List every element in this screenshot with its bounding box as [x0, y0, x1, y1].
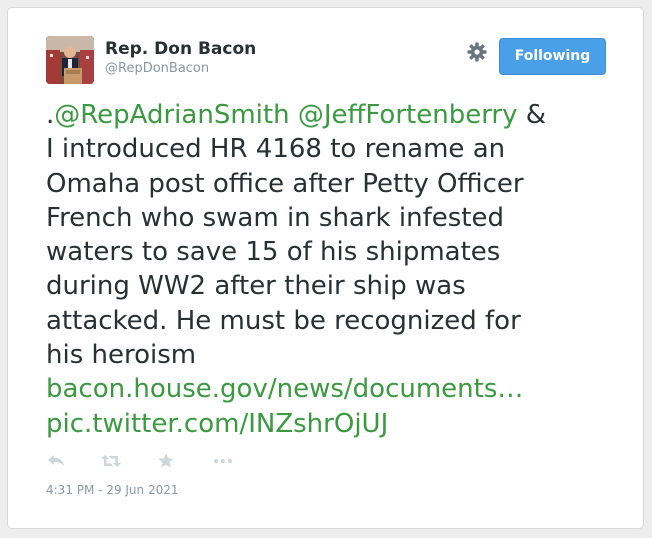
tweet-link[interactable]: bacon.house.gov/news/documents… — [46, 374, 523, 404]
tweet-text-line: .@RepAdrianSmith @JeffFortenberry & — [46, 98, 626, 132]
tweet-text-segment: Omaha post office after Petty Officer — [46, 168, 524, 199]
tweet-card: Rep. Don Bacon @RepDonBacon Following .@… — [7, 7, 644, 529]
star-icon[interactable] — [157, 452, 179, 470]
tweet-actions — [46, 452, 266, 472]
tweet-text-segment: French who swam in shark infested — [46, 202, 504, 233]
tweet-text-line: his heroism — [46, 338, 626, 372]
tweet-text-segment: I introduced HR 4168 to rename an — [46, 134, 506, 165]
tweet-text-segment: & — [517, 100, 547, 130]
author-handle[interactable]: @RepDonBacon — [105, 61, 209, 76]
retweet-icon[interactable] — [100, 452, 122, 470]
tweet-text-line: waters to save 15 of his shipmates — [46, 235, 626, 269]
gear-icon[interactable] — [466, 41, 488, 63]
tweet-link[interactable]: pic.twitter.com/INZshrOjUJ — [46, 409, 388, 439]
tweet-text-line: Omaha post office after Petty Officer — [46, 167, 626, 201]
tweet-text-segment — [290, 100, 298, 130]
tweet-text: .@RepAdrianSmith @JeffFortenberry & I int… — [46, 98, 626, 441]
tweet-text-segment: attacked. He must be recognized for — [46, 305, 521, 336]
tweet-timestamp[interactable]: 4:31 PM - 29 Jun 2021 — [46, 483, 179, 497]
reply-icon[interactable] — [46, 452, 68, 470]
tweet-text-line: I introduced HR 4168 to rename an — [46, 132, 626, 166]
tweet-text-line: attacked. He must be recognized for — [46, 304, 626, 338]
tweet-link[interactable]: @JeffFortenberry — [298, 100, 518, 130]
tweet-text-line: bacon.house.gov/news/documents… — [46, 372, 626, 406]
more-icon[interactable] — [212, 452, 234, 470]
following-button[interactable]: Following — [499, 38, 606, 75]
tweet-text-segment: his heroism — [46, 340, 197, 371]
tweet-text-line: during WW2 after their ship was — [46, 269, 626, 303]
tweet-text-line: pic.twitter.com/INZshrOjUJ — [46, 407, 626, 441]
tweet-text-segment: waters to save 15 of his shipmates — [46, 237, 501, 268]
tweet-link[interactable]: @RepAdrianSmith — [54, 100, 289, 130]
author-name[interactable]: Rep. Don Bacon — [105, 39, 256, 59]
tweet-text-line: French who swam in shark infested — [46, 201, 626, 235]
avatar-photo — [46, 36, 94, 84]
avatar[interactable] — [46, 36, 94, 84]
tweet-text-segment: during WW2 after their ship was — [46, 271, 466, 302]
